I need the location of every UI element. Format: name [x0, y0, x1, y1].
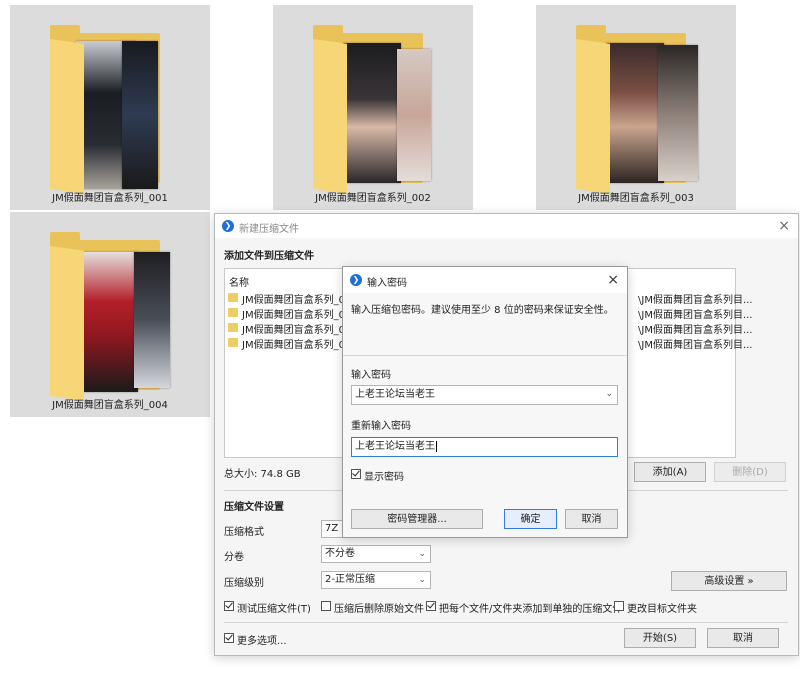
password-hint: 输入压缩包密码。建议使用至少 8 位的密码来保证安全性。: [351, 305, 614, 316]
divider: [224, 622, 788, 623]
ok-button[interactable]: 确定: [504, 509, 557, 529]
file-path: \JM假面舞团盲盒系列目...: [638, 295, 753, 306]
password-manager-button[interactable]: 密码管理器...: [351, 509, 483, 529]
cancel-button[interactable]: 取消: [565, 509, 618, 529]
option-label: 更改目标文件夹: [627, 604, 697, 615]
checkbox[interactable]: [224, 601, 234, 611]
list-header-name[interactable]: 名称: [229, 274, 249, 289]
chevron-down-icon[interactable]: ⌄: [605, 386, 613, 402]
confirm-password-input[interactable]: 上老王论坛当老王: [351, 437, 618, 457]
format-value: 7Z: [325, 523, 339, 534]
section-add-title: 添加文件到压缩文件: [224, 251, 314, 262]
folder-label: JM假面舞团盲盒系列_003: [578, 193, 694, 204]
password-label: 输入密码: [351, 370, 391, 381]
option-label: 压缩后删除原始文件: [334, 604, 424, 615]
chevron-down-icon: ⌄: [418, 575, 426, 585]
volume-select[interactable]: 不分卷 ⌄: [321, 545, 431, 563]
file-path: \JM假面舞团盲盒系列目...: [638, 310, 753, 321]
format-label: 压缩格式: [224, 527, 264, 538]
more-options-label: 更多选项...: [237, 636, 287, 647]
folder-label: JM假面舞团盲盒系列_001: [52, 193, 168, 204]
confirm-password-value: 上老王论坛当老王: [355, 441, 435, 452]
volume-label: 分卷: [224, 552, 244, 563]
close-icon[interactable]: ×: [607, 273, 619, 287]
checkbox[interactable]: [614, 601, 624, 611]
divider: [343, 355, 627, 356]
cancel-button[interactable]: 取消: [707, 628, 779, 648]
app-icon: ❯: [350, 274, 362, 286]
password-input[interactable]: 上老王论坛当老王 ⌄: [351, 385, 618, 405]
dialog-title: 输入密码: [367, 278, 407, 289]
file-name: JM假面舞团盲盒系列_002: [242, 340, 358, 351]
level-label: 压缩级别: [224, 578, 264, 589]
checkbox[interactable]: [426, 601, 436, 611]
folder-label: JM假面舞团盲盒系列_004: [52, 400, 168, 411]
folder-icon: [228, 323, 238, 332]
level-value: 2-正常压缩: [325, 574, 375, 585]
folder-tile-004[interactable]: JM假面舞团盲盒系列_004: [10, 212, 210, 417]
password-value: 上老王论坛当老王: [355, 389, 435, 400]
window-title: 新建压缩文件: [239, 224, 299, 235]
file-name: JM假面舞团盲盒系列_001: [242, 325, 358, 336]
confirm-password-label: 重新输入密码: [351, 421, 411, 432]
file-path: \JM假面舞团盲盒系列目...: [638, 340, 753, 351]
title-bar[interactable]: ❯ 输入密码 ×: [343, 267, 627, 293]
folder-tile-001[interactable]: JM假面舞团盲盒系列_001: [10, 5, 210, 210]
level-select[interactable]: 2-正常压缩 ⌄: [321, 571, 431, 589]
close-icon[interactable]: ×: [778, 219, 790, 233]
option-label: 把每个文件/文件夹添加到单独的压缩文件: [439, 604, 623, 615]
folder-icon: [228, 293, 238, 302]
file-name: JM假面舞团盲盒系列_004: [242, 310, 358, 321]
advanced-settings-button[interactable]: 高级设置 »: [671, 571, 787, 591]
folder-label: JM假面舞团盲盒系列_002: [315, 193, 431, 204]
delete-button[interactable]: 删除(D): [714, 462, 786, 482]
checkbox[interactable]: [321, 601, 331, 611]
file-path: \JM假面舞团盲盒系列目...: [638, 325, 753, 336]
app-icon: ❯: [222, 220, 234, 232]
file-name: JM假面舞团盲盒系列_003: [242, 295, 358, 306]
password-dialog: ❯ 输入密码 × 输入压缩包密码。建议使用至少 8 位的密码来保证安全性。 输入…: [342, 266, 628, 538]
folder-tile-003[interactable]: JM假面舞团盲盒系列_003: [536, 5, 736, 210]
checkbox[interactable]: [351, 469, 361, 479]
total-size: 总大小: 74.8 GB: [224, 469, 301, 480]
settings-title: 压缩文件设置: [224, 502, 284, 513]
show-password-label: 显示密码: [364, 472, 404, 483]
folder-icon: [228, 308, 238, 317]
start-button[interactable]: 开始(S): [624, 628, 696, 648]
folder-icon: [228, 338, 238, 347]
add-button[interactable]: 添加(A): [634, 462, 706, 482]
chevron-down-icon: ⌄: [418, 549, 426, 559]
option-label: 测试压缩文件(T): [237, 604, 311, 615]
title-bar[interactable]: ❯ 新建压缩文件 ×: [215, 214, 798, 238]
checkbox[interactable]: [224, 633, 234, 643]
volume-value: 不分卷: [325, 548, 355, 559]
folder-tile-002[interactable]: JM假面舞团盲盒系列_002: [273, 5, 473, 210]
